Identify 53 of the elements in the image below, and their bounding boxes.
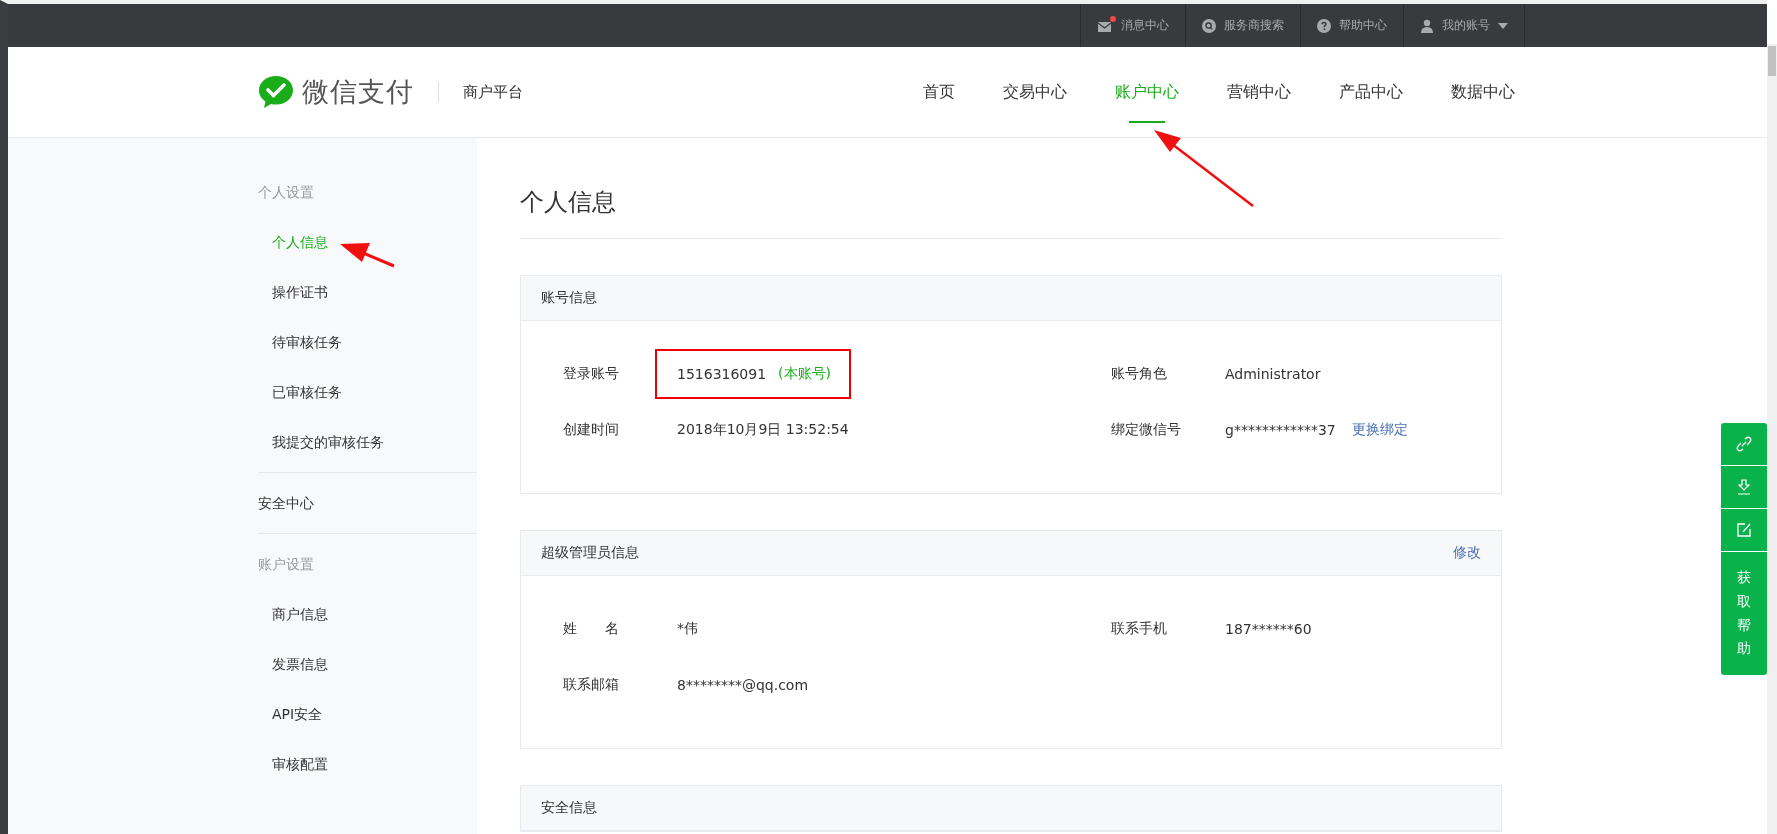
search-icon xyxy=(1202,18,1216,33)
field-value: 8********@qq.com xyxy=(677,677,809,693)
field-label: 创建时间 xyxy=(563,421,620,439)
field-label: 联系手机 xyxy=(1111,620,1168,638)
sidebar-item[interactable]: 待审核任务 xyxy=(258,328,477,356)
card-title: 账号信息 xyxy=(541,289,597,307)
field-label: 账号角色 xyxy=(1111,365,1168,383)
brand-name: 微信支付 xyxy=(302,75,414,109)
sidebar-item[interactable]: 安全中心 xyxy=(258,489,477,517)
logo-icon xyxy=(258,75,294,109)
sidebar-item[interactable]: 我提交的审核任务 xyxy=(258,428,477,456)
nav-tab[interactable]: 交易中心 xyxy=(979,47,1091,137)
field-value: 1516316091 xyxy=(677,366,767,382)
scroll-thumb[interactable] xyxy=(1768,46,1776,76)
page-title: 个人信息 xyxy=(520,186,1502,239)
field-label: 绑定微信号 xyxy=(1111,421,1182,439)
rebind-link[interactable]: 更换绑定 xyxy=(1351,421,1408,439)
download-button[interactable] xyxy=(1721,466,1767,508)
sidebar-item[interactable]: 审核配置 xyxy=(258,750,477,778)
platform-name: 商户平台 xyxy=(463,82,523,102)
sidebar-item[interactable]: 商户信息 xyxy=(258,600,477,628)
field-label: 登录账号 xyxy=(563,365,620,383)
sidebar-item[interactable]: 操作证书 xyxy=(258,278,477,306)
edit-button[interactable] xyxy=(1721,509,1767,551)
sidebar-heading: 个人设置 xyxy=(258,183,315,202)
nav-tab[interactable]: 营销中心 xyxy=(1203,47,1315,137)
field-value: g************37 xyxy=(1225,422,1336,438)
field-value: 187******60 xyxy=(1225,621,1312,637)
help-icon xyxy=(1317,18,1331,33)
annotation-arrow xyxy=(340,243,395,268)
sidebar-item[interactable]: API安全 xyxy=(258,700,477,728)
scrollbar[interactable] xyxy=(1767,44,1777,834)
sidebar-item[interactable]: 已审核任务 xyxy=(258,378,477,406)
edit-icon xyxy=(1736,522,1752,538)
sidebar-item[interactable]: 发票信息 xyxy=(258,650,477,678)
link-icon xyxy=(1736,436,1752,452)
card-title: 安全信息 xyxy=(541,799,597,817)
download-icon xyxy=(1736,479,1752,495)
card-title: 超级管理员信息 xyxy=(541,544,639,562)
user-icon xyxy=(1420,18,1434,33)
nav-tab[interactable]: 产品中心 xyxy=(1315,47,1427,137)
sidebar-heading: 账户设置 xyxy=(258,555,315,574)
account-note: (本账号) xyxy=(778,365,831,383)
field-value: 2018年10月9日 13:52:54 xyxy=(677,421,849,439)
field-label: 姓 名 xyxy=(563,620,620,638)
field-value: Administrator xyxy=(1225,366,1321,382)
edit-link[interactable]: 修改 xyxy=(1453,544,1481,562)
nav-tab[interactable]: 首页 xyxy=(899,47,979,137)
link-button[interactable] xyxy=(1721,423,1767,465)
caret-icon xyxy=(1498,22,1508,29)
field-value: *伟 xyxy=(677,620,698,638)
nav-tab[interactable]: 数据中心 xyxy=(1427,47,1515,137)
field-label: 联系邮箱 xyxy=(563,676,620,694)
